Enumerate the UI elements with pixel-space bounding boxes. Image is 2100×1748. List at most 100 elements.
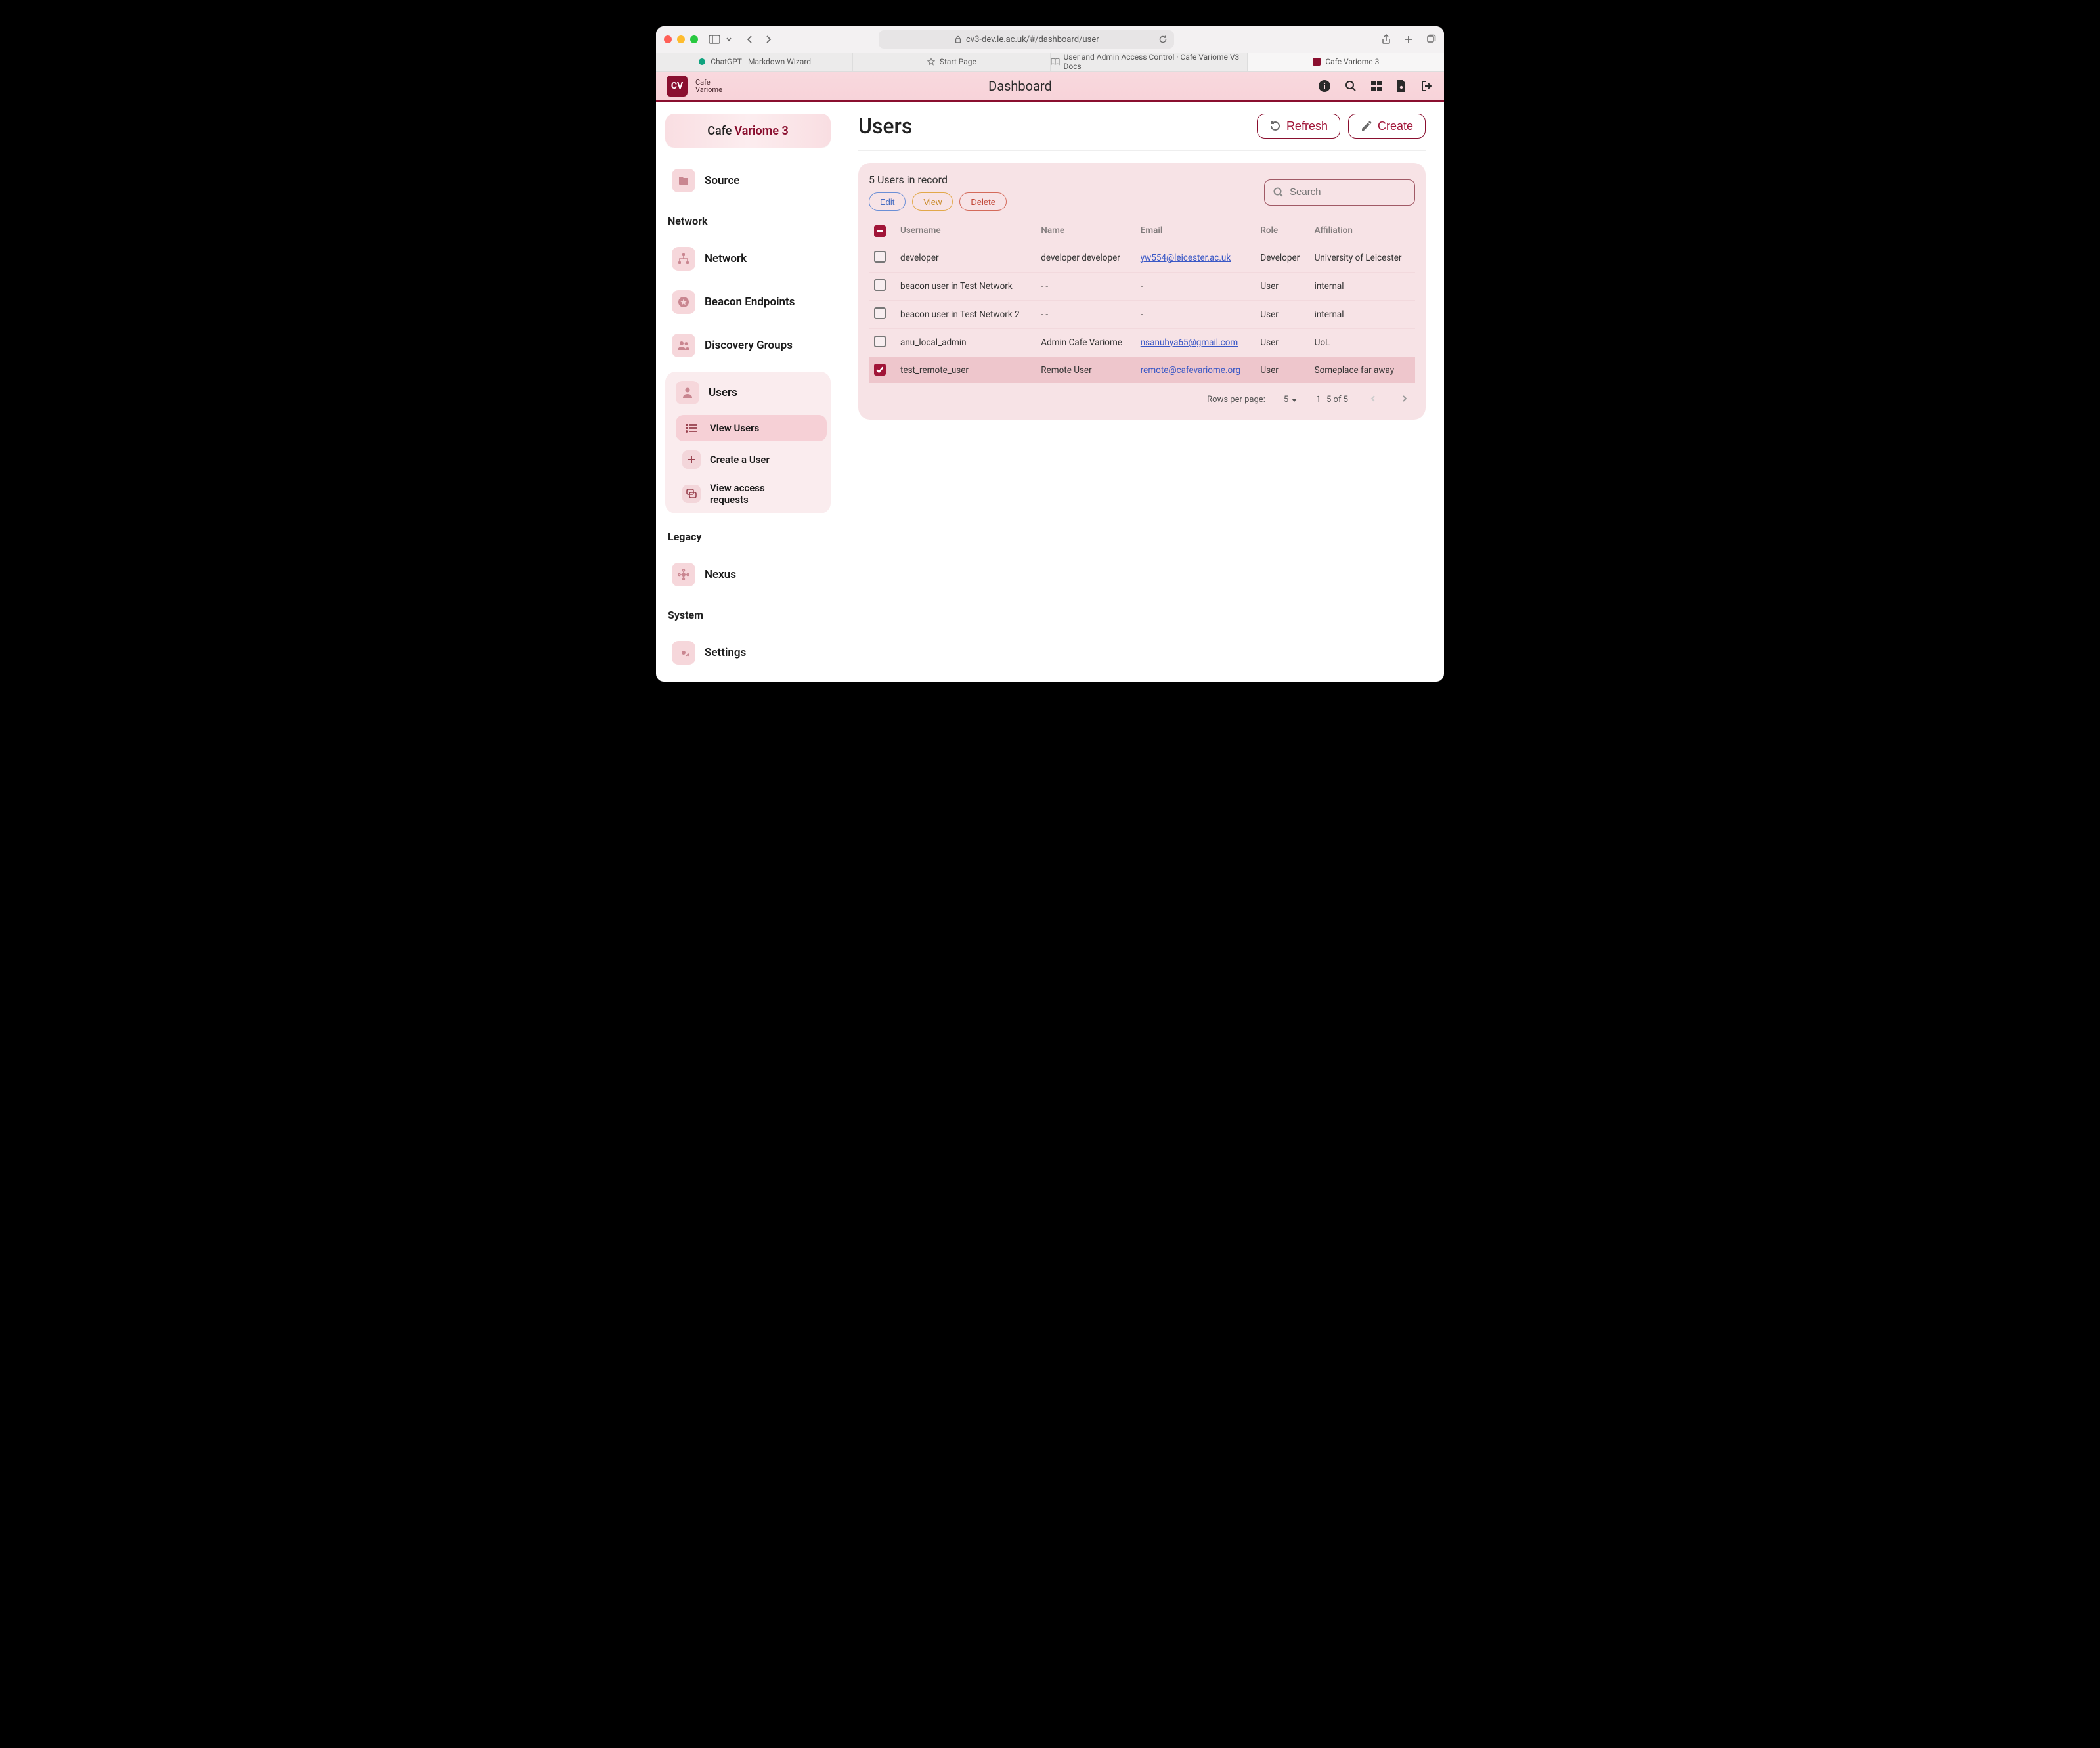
view-pill[interactable]: View xyxy=(912,192,953,211)
table-row[interactable]: anu_local_adminAdmin Cafe Variomensanuhy… xyxy=(869,328,1415,357)
create-button[interactable]: Create xyxy=(1348,114,1426,139)
row-checkbox[interactable] xyxy=(874,336,886,347)
sidebar-item-label: Network xyxy=(705,252,747,265)
next-page-button[interactable] xyxy=(1398,392,1411,408)
header-title: Dashboard xyxy=(730,78,1310,94)
table-row[interactable]: test_remote_userRemote Userremote@cafeva… xyxy=(869,357,1415,383)
sidebar-item-beacon[interactable]: Beacon Endpoints xyxy=(665,285,831,319)
minimize-window-button[interactable] xyxy=(677,35,685,43)
edit-pill[interactable]: Edit xyxy=(869,192,906,211)
sidebar-item-settings[interactable]: Settings xyxy=(665,636,831,670)
gear-icon xyxy=(672,641,695,665)
search-icon[interactable] xyxy=(1344,79,1357,93)
sidebar: Cafe Variome 3 Source Network Network xyxy=(656,102,840,682)
document-icon[interactable] xyxy=(1395,79,1407,93)
cell-email: remote@cafevariome.org xyxy=(1135,357,1256,383)
browser-tab[interactable]: User and Admin Access Control · Cafe Var… xyxy=(1051,53,1248,71)
rows-per-page-label: Rows per page: xyxy=(1207,395,1265,404)
list-icon xyxy=(682,419,701,437)
maximize-window-button[interactable] xyxy=(690,35,698,43)
pill-label: Delete xyxy=(971,197,995,207)
cell-username: developer xyxy=(895,244,1036,272)
sidebar-subitem-create-user[interactable]: Create a User xyxy=(676,447,827,473)
sidebar-item-network[interactable]: Network xyxy=(665,242,831,276)
brand-word1: Cafe xyxy=(707,124,732,138)
cell-role: Developer xyxy=(1255,244,1309,272)
col-username[interactable]: Username xyxy=(895,217,1036,244)
tab-overview-icon[interactable] xyxy=(1426,34,1436,45)
new-tab-icon[interactable] xyxy=(1403,34,1414,45)
logout-icon[interactable] xyxy=(1420,79,1433,93)
col-name[interactable]: Name xyxy=(1036,217,1135,244)
cell-email: - xyxy=(1135,272,1256,300)
browser-tab[interactable]: Start Page xyxy=(853,53,1050,71)
table-row[interactable]: developerdeveloper developeryw554@leices… xyxy=(869,244,1415,272)
app-logo[interactable]: CV xyxy=(667,76,688,97)
cell-username: anu_local_admin xyxy=(895,328,1036,357)
chevron-down-icon[interactable] xyxy=(726,36,732,43)
select-all-checkbox[interactable] xyxy=(874,225,886,237)
folder-icon xyxy=(672,169,695,192)
sidebar-subitem-view-users[interactable]: View Users xyxy=(676,415,827,441)
row-checkbox[interactable] xyxy=(874,364,886,376)
sidebar-item-label: Source xyxy=(705,174,739,187)
sidebar-item-discovery[interactable]: Discovery Groups xyxy=(665,328,831,362)
browser-chrome: cv3-dev.le.ac.uk/#/dashboard/user xyxy=(656,26,1444,72)
star-favicon-icon xyxy=(927,57,936,66)
back-button[interactable] xyxy=(745,35,755,44)
col-affiliation[interactable]: Affiliation xyxy=(1309,217,1415,244)
reload-icon[interactable] xyxy=(1158,35,1168,44)
delete-pill[interactable]: Delete xyxy=(959,192,1007,211)
sidebar-item-source[interactable]: Source xyxy=(665,164,831,198)
rows-per-page-select[interactable]: 5 xyxy=(1284,395,1298,404)
refresh-button[interactable]: Refresh xyxy=(1257,114,1340,139)
refresh-icon xyxy=(1269,120,1281,132)
browser-tab[interactable]: ChatGPT - Markdown Wizard xyxy=(656,53,853,71)
row-checkbox[interactable] xyxy=(874,307,886,319)
pill-label: View xyxy=(923,197,942,207)
cell-affiliation: internal xyxy=(1309,300,1415,328)
sidebar-item-nexus[interactable]: Nexus xyxy=(665,557,831,592)
main-content: Users Refresh Create xyxy=(840,102,1444,682)
col-email[interactable]: Email xyxy=(1135,217,1256,244)
sidebar-subitem-access-requests[interactable]: View access requests xyxy=(676,478,827,510)
col-role[interactable]: Role xyxy=(1255,217,1309,244)
row-checkbox[interactable] xyxy=(874,251,886,263)
cell-role: User xyxy=(1255,272,1309,300)
star-badge-icon xyxy=(672,290,695,314)
sidebar-group-users: Users View Users Create a User xyxy=(665,372,831,513)
row-checkbox[interactable] xyxy=(874,279,886,291)
apps-grid-icon[interactable] xyxy=(1370,80,1382,92)
email-link[interactable]: nsanuhya65@gmail.com xyxy=(1141,338,1238,348)
address-bar[interactable]: cv3-dev.le.ac.uk/#/dashboard/user xyxy=(879,30,1174,49)
info-icon[interactable] xyxy=(1318,79,1331,93)
sidebar-item-label: Settings xyxy=(705,646,746,659)
share-icon[interactable] xyxy=(1381,34,1391,45)
browser-tab-active[interactable]: Cafe Variome 3 xyxy=(1248,53,1444,71)
forward-button[interactable] xyxy=(764,35,773,44)
logo-line1: Cafe xyxy=(695,79,722,86)
sidebar-toggle-icon[interactable] xyxy=(709,35,720,44)
cell-username: beacon user in Test Network xyxy=(895,272,1036,300)
email-link[interactable]: yw554@leicester.ac.uk xyxy=(1141,253,1231,263)
email-link[interactable]: remote@cafevariome.org xyxy=(1141,365,1241,376)
sidebar-section-system: System xyxy=(665,603,831,626)
close-window-button[interactable] xyxy=(664,35,672,43)
sidebar-item-label: Beacon Endpoints xyxy=(705,295,795,309)
pill-label: Edit xyxy=(880,197,894,207)
brand-chip[interactable]: Cafe Variome 3 xyxy=(665,114,831,148)
logo-badge-text: CV xyxy=(671,81,683,91)
browser-window: cv3-dev.le.ac.uk/#/dashboard/user xyxy=(656,26,1444,682)
cell-role: User xyxy=(1255,328,1309,357)
prev-page-button[interactable] xyxy=(1367,392,1380,408)
pencil-icon xyxy=(1361,120,1372,132)
group-icon xyxy=(672,334,695,357)
page-title: Users xyxy=(858,114,912,139)
sidebar-item-users[interactable]: Users xyxy=(669,376,827,410)
search-field[interactable] xyxy=(1264,179,1415,206)
sidebar-item-label: Discovery Groups xyxy=(705,339,793,352)
table-row[interactable]: beacon user in Test Network- --Userinter… xyxy=(869,272,1415,300)
sidebar-item-label: Nexus xyxy=(705,568,736,581)
search-input[interactable] xyxy=(1290,186,1420,198)
table-row[interactable]: beacon user in Test Network 2- --Userint… xyxy=(869,300,1415,328)
